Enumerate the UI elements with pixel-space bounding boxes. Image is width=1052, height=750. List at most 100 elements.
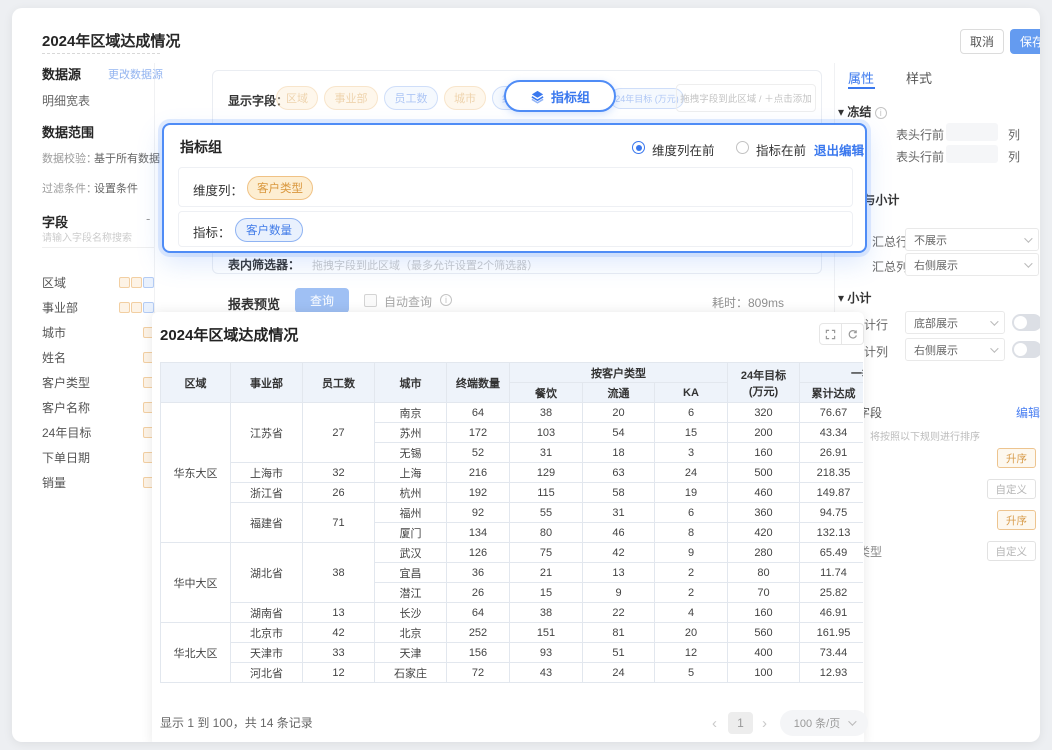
table-cell: 11.74	[800, 563, 864, 583]
sub-col-header: 餐饮	[510, 383, 583, 403]
exit-edit-link[interactable]: 退出编辑	[814, 140, 864, 159]
field-item-事业部[interactable]: 事业部	[42, 299, 154, 315]
tab-style[interactable]: 样式	[906, 68, 932, 87]
dimension-row[interactable]: 维度列： 客户类型	[178, 167, 853, 207]
sort-rule-row: 自定义	[834, 479, 1038, 497]
radio-metric-first-label[interactable]: 指标在前	[756, 140, 806, 159]
query-button[interactable]: 查询	[295, 288, 349, 313]
page-size-select[interactable]: 100 条/页	[780, 710, 868, 736]
table-cell: 75	[510, 543, 583, 563]
table-cell: 26	[303, 483, 375, 503]
sort-order-badge[interactable]: 自定义	[987, 541, 1037, 561]
data-check-value[interactable]: 基于所有数据	[94, 150, 160, 166]
field-item-姓名[interactable]: 姓名	[42, 349, 154, 365]
auto-query-checkbox[interactable]	[364, 294, 377, 307]
change-datasource-link[interactable]: 更改数据源	[108, 66, 163, 82]
field-name: 客户类型	[42, 374, 90, 391]
table-cell: 华中大区	[161, 543, 231, 623]
field-name: 姓名	[42, 349, 66, 366]
table-cell: 70	[728, 583, 800, 603]
field-item-客户名称[interactable]: 客户名称	[42, 399, 154, 415]
record-count: 显示 1 到 100，共 14 条记录	[160, 714, 313, 731]
target-field-pill[interactable]: 24年目标 (万元)	[610, 88, 684, 109]
metric-row[interactable]: 指标： 客户数量	[178, 211, 853, 247]
summary-row-label: 汇总行	[872, 233, 908, 250]
field-tag-icon	[131, 302, 142, 313]
freeze-row2-input[interactable]	[946, 145, 998, 163]
table-cell: 218.35	[800, 463, 864, 483]
fields-collapse-icon[interactable]: -	[146, 211, 150, 226]
report-table-container[interactable]: 区域事业部员工数城市终端数量按客户类型24年目标 (万元)一季度餐饮流通KA累计…	[160, 362, 863, 688]
field-item-区域[interactable]: 区域	[42, 274, 154, 290]
summary-row-dropdown[interactable]: 不展示	[905, 228, 1039, 251]
field-name: 下单日期	[42, 449, 90, 466]
table-cell: 9	[583, 583, 655, 603]
table-cell: 2	[655, 583, 728, 603]
table-cell: 6	[655, 503, 728, 523]
display-field-pill-城市[interactable]: 城市	[444, 86, 486, 110]
field-item-销量[interactable]: 销量	[42, 474, 154, 490]
table-cell: 94.75	[800, 503, 864, 523]
col-header: 员工数	[303, 363, 375, 403]
cancel-button[interactable]: 取消	[960, 29, 1004, 54]
subtotal-row-dropdown[interactable]: 底部展示	[905, 311, 1005, 334]
radio-dimension-first[interactable]	[632, 141, 645, 154]
filter-cond-value[interactable]: 设置条件	[94, 180, 138, 196]
table-cell: 21	[510, 563, 583, 583]
refresh-icon[interactable]	[841, 324, 863, 344]
freeze-row1-label: 表头行	[896, 126, 932, 143]
field-search-input[interactable]	[42, 230, 154, 248]
table-cell: 13	[583, 563, 655, 583]
table-cell: 72	[447, 663, 510, 683]
page-number[interactable]: 1	[728, 712, 753, 734]
table-cell: 64	[447, 603, 510, 623]
expand-icon[interactable]	[820, 324, 841, 344]
table-cell: 55	[510, 503, 583, 523]
data-check-label: 数据校验：	[42, 150, 97, 166]
subtotal-row-toggle[interactable]	[1012, 314, 1040, 331]
prev-page-icon[interactable]: ‹	[712, 715, 717, 732]
radio-dimension-first-label[interactable]: 维度列在前	[652, 140, 715, 159]
sort-edit-link[interactable]: 编辑	[1016, 404, 1040, 421]
tab-underline	[848, 87, 875, 89]
display-field-pill-员工数[interactable]: 员工数	[384, 86, 438, 110]
display-field-pill-区域[interactable]: 区域	[276, 86, 318, 110]
freeze-row1-suffix: 列	[1008, 126, 1020, 143]
metric-pill[interactable]: 客户数量	[235, 218, 303, 242]
sort-order-badge[interactable]: 自定义	[987, 479, 1037, 499]
page-title: 2024年区域达成情况	[42, 30, 180, 51]
field-name: 客户名称	[42, 399, 90, 416]
display-field-pill-事业部[interactable]: 事业部	[324, 86, 378, 110]
sort-order-badge[interactable]: 升序	[997, 510, 1036, 530]
table-cell: 51	[583, 643, 655, 663]
dimension-label: 维度列：	[193, 180, 243, 199]
report-title: 2024年区域达成情况	[160, 324, 298, 345]
table-cell: 宜昌	[375, 563, 447, 583]
next-page-icon[interactable]: ›	[762, 715, 767, 732]
drop-field-hint[interactable]: 拖拽字段到此区域 / ＋点击添加	[676, 84, 816, 112]
freeze-row1-input[interactable]	[946, 123, 998, 141]
field-item-24年目标[interactable]: 24年目标	[42, 424, 154, 440]
tab-properties[interactable]: 属性	[848, 68, 874, 87]
sort-order-badge[interactable]: 升序	[997, 448, 1036, 468]
table-cell: 华东大区	[161, 403, 231, 543]
summary-col-dropdown[interactable]: 右侧展示	[905, 253, 1039, 276]
field-item-客户类型[interactable]: 客户类型	[42, 374, 154, 390]
metric-group-pill[interactable]: 指标组	[504, 80, 616, 112]
table-cell: 12	[303, 663, 375, 683]
field-item-城市[interactable]: 城市	[42, 324, 154, 340]
table-cell: 65.49	[800, 543, 864, 563]
dimension-pill[interactable]: 客户类型	[247, 176, 313, 200]
subtotal-col-dropdown[interactable]: 右侧展示	[905, 338, 1005, 361]
group-header: 一季度	[800, 363, 864, 383]
radio-metric-first[interactable]	[736, 141, 749, 154]
save-button[interactable]: 保存	[1010, 29, 1040, 54]
table-cell: 厦门	[375, 523, 447, 543]
metric-group-pill-label: 指标组	[551, 87, 590, 106]
subtotal-section-header[interactable]: ▾ 小计	[838, 289, 871, 306]
table-cell: 151	[510, 623, 583, 643]
freeze-section-header[interactable]: ▾ 冻结 i	[838, 103, 887, 120]
subtotal-col-toggle[interactable]	[1012, 341, 1040, 358]
table-filter-hint[interactable]: 拖拽字段到此区域（最多允许设置2个筛选器）	[312, 257, 538, 273]
field-item-下单日期[interactable]: 下单日期	[42, 449, 154, 465]
